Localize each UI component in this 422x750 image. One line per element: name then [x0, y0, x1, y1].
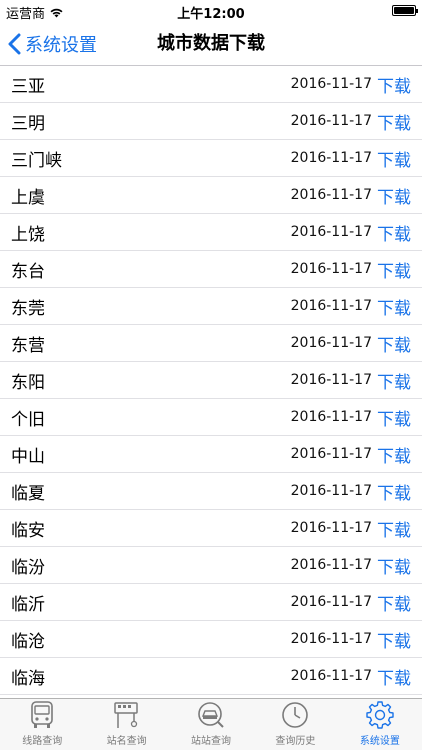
- city-name: 东阳: [11, 372, 45, 393]
- list-item[interactable]: 三明 2016-11-17 下载: [0, 103, 422, 140]
- update-date: 2016-11-17: [290, 668, 372, 684]
- bus-icon: [31, 701, 54, 728]
- gear-icon: [366, 701, 394, 729]
- update-date: 2016-11-17: [290, 446, 372, 462]
- tab-query-history[interactable]: 查询历史: [253, 699, 337, 750]
- update-date: 2016-11-17: [290, 187, 372, 203]
- update-date: 2016-11-17: [290, 594, 372, 610]
- list-item[interactable]: 东莞 2016-11-17 下载: [0, 288, 422, 325]
- download-button[interactable]: 下载: [377, 331, 411, 356]
- clock-icon: [282, 702, 309, 728]
- city-name: 临汾: [11, 557, 45, 578]
- download-button[interactable]: 下载: [377, 72, 411, 97]
- city-name: 临夏: [11, 483, 45, 504]
- tab-station-query[interactable]: 站名查询: [84, 699, 168, 750]
- city-name: 三门峡: [11, 150, 62, 171]
- download-button[interactable]: 下载: [377, 405, 411, 430]
- tab-label: 查询历史: [275, 736, 316, 747]
- download-button[interactable]: 下载: [377, 590, 411, 615]
- update-date: 2016-11-17: [290, 298, 372, 314]
- city-name: 临沂: [11, 594, 45, 615]
- download-button[interactable]: 下载: [377, 516, 411, 541]
- page-title: 城市数据下载: [157, 33, 265, 54]
- tab-label: 系统设置: [359, 736, 400, 747]
- download-button[interactable]: 下载: [377, 627, 411, 652]
- tab-bar: 线路查询 站名查询 站站查询 查询历史 系统设置: [0, 698, 422, 750]
- list-item[interactable]: 上虞 2016-11-17 下载: [0, 177, 422, 214]
- list-item[interactable]: 临汾 2016-11-17 下载: [0, 547, 422, 584]
- update-date: 2016-11-17: [290, 631, 372, 647]
- download-button[interactable]: 下载: [377, 442, 411, 467]
- download-button[interactable]: 下载: [377, 257, 411, 282]
- tab-system-settings[interactable]: 系统设置: [338, 699, 422, 750]
- list-item[interactable]: 东台 2016-11-17 下载: [0, 251, 422, 288]
- status-bar: 运营商 上午12:00: [0, 0, 422, 22]
- update-date: 2016-11-17: [290, 520, 372, 536]
- update-date: 2016-11-17: [290, 409, 372, 425]
- city-list[interactable]: 三亚 2016-11-17 下载 三明 2016-11-17 下载 三门峡 2016-11-1…: [0, 66, 422, 698]
- update-date: 2016-11-17: [290, 483, 372, 499]
- list-item[interactable]: 三门峡 2016-11-17 下载: [0, 140, 422, 177]
- city-name: 三明: [11, 113, 45, 134]
- update-date: 2016-11-17: [290, 224, 372, 240]
- update-date: 2016-11-17: [290, 76, 372, 92]
- city-name: 上饶: [11, 224, 45, 245]
- battery-icon: [392, 5, 418, 16]
- bus-stop-icon: [113, 702, 138, 728]
- update-date: 2016-11-17: [290, 335, 372, 351]
- download-button[interactable]: 下载: [377, 220, 411, 245]
- city-name: 上虞: [11, 187, 45, 208]
- tab-label: 站名查询: [106, 736, 147, 747]
- tab-label: 站站查询: [191, 736, 232, 747]
- update-date: 2016-11-17: [290, 557, 372, 573]
- navigation-bar: 系统设置 城市数据下载: [0, 22, 422, 66]
- list-item[interactable]: 东阳 2016-11-17 下载: [0, 362, 422, 399]
- list-item[interactable]: 临夏 2016-11-17 下载: [0, 473, 422, 510]
- download-button[interactable]: 下载: [377, 479, 411, 504]
- status-time: 上午12:00: [177, 7, 245, 22]
- update-date: 2016-11-17: [290, 113, 372, 129]
- download-button[interactable]: 下载: [377, 294, 411, 319]
- update-date: 2016-11-17: [290, 372, 372, 388]
- tab-route-query[interactable]: 线路查询: [0, 699, 84, 750]
- car-search-icon: [198, 702, 224, 728]
- list-item[interactable]: 临沂 2016-11-17 下载: [0, 584, 422, 621]
- list-item[interactable]: 三亚 2016-11-17 下载: [0, 66, 422, 103]
- update-date: 2016-11-17: [290, 261, 372, 277]
- battery-fill: [394, 7, 414, 14]
- update-date: 2016-11-17: [290, 150, 372, 166]
- download-button[interactable]: 下载: [377, 109, 411, 134]
- city-name: 临海: [11, 668, 45, 689]
- tab-stop-to-stop-query[interactable]: 站站查询: [169, 699, 253, 750]
- city-name: 东台: [11, 261, 45, 282]
- city-name: 东莞: [11, 298, 45, 319]
- city-name: 中山: [11, 446, 45, 467]
- city-name: 东营: [11, 335, 45, 356]
- list-item[interactable]: 中山 2016-11-17 下载: [0, 436, 422, 473]
- list-item[interactable]: 上饶 2016-11-17 下载: [0, 214, 422, 251]
- tab-label: 线路查询: [22, 736, 63, 747]
- list-item[interactable]: 临安 2016-11-17 下载: [0, 510, 422, 547]
- city-name: 临沧: [11, 631, 45, 652]
- download-button[interactable]: 下载: [377, 183, 411, 208]
- list-item[interactable]: 临海 2016-11-17 下载: [0, 658, 422, 695]
- list-item[interactable]: 临沧 2016-11-17 下载: [0, 621, 422, 658]
- list-item[interactable]: 东营 2016-11-17 下载: [0, 325, 422, 362]
- city-name: 个旧: [11, 409, 45, 430]
- list-item[interactable]: 个旧 2016-11-17 下载: [0, 399, 422, 436]
- download-button[interactable]: 下载: [377, 146, 411, 171]
- download-button[interactable]: 下载: [377, 368, 411, 393]
- download-button[interactable]: 下载: [377, 664, 411, 689]
- city-name: 临安: [11, 520, 45, 541]
- download-button[interactable]: 下载: [377, 553, 411, 578]
- city-name: 三亚: [11, 76, 45, 97]
